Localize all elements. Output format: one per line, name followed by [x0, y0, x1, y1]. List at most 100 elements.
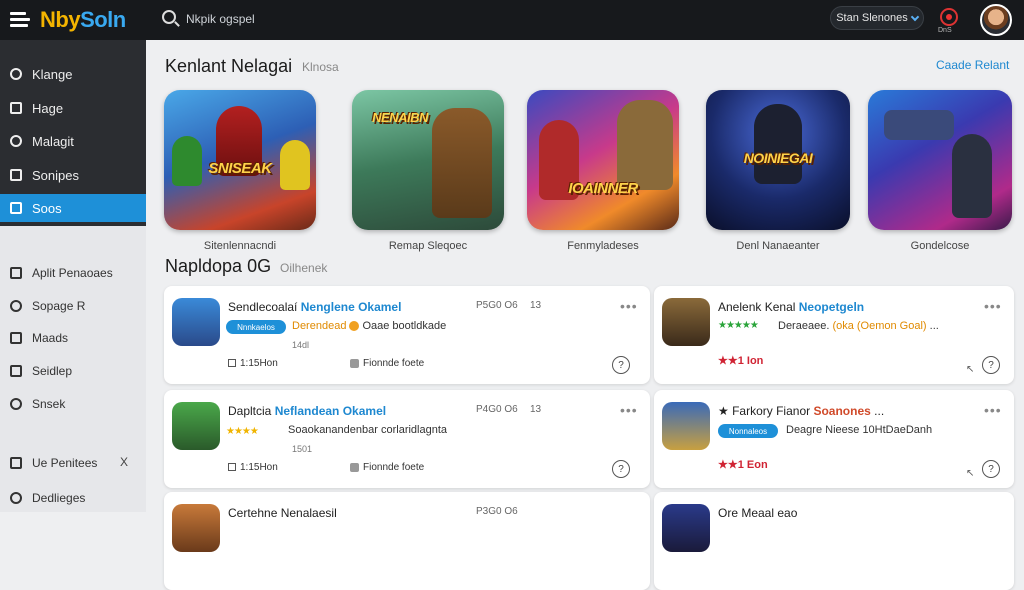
game-thumbnail [662, 504, 710, 552]
like-button[interactable]: Fionnde foete [350, 358, 424, 369]
game-banner-text: NOINIEGAI [743, 150, 813, 166]
sidebar-item-klange[interactable]: Klange [0, 60, 146, 88]
sidebar-item-sopage[interactable]: Sopage R [0, 292, 146, 320]
coin-icon [349, 321, 360, 332]
server-selector-dropdown[interactable]: Stan Slenones [830, 6, 924, 30]
game-banner-text: SNISEAK [208, 160, 272, 177]
game-thumbnail [662, 402, 710, 450]
game-meta: P4G0 O6 [476, 404, 518, 415]
game-description: Derendead Oaae bootldkade [292, 320, 447, 332]
game-meta: P5G0 O6 [476, 300, 518, 311]
hamburger-menu-icon[interactable] [10, 12, 30, 28]
sidebar-item-malagit[interactable]: Malagit [0, 127, 146, 155]
featured-game-card[interactable] [868, 90, 1012, 230]
sidebar-item-dedlieges[interactable]: Dedlieges [0, 484, 146, 512]
folder-icon [10, 267, 22, 279]
featured-section-subtitle: Klnosa [302, 60, 339, 74]
game-list-card[interactable]: Ore Meaal eao [654, 492, 1014, 590]
price-label: ★★1 Ion [718, 355, 764, 367]
sidebar-item-hage[interactable]: Hage [0, 94, 146, 122]
game-meta-count: 13 [530, 404, 542, 415]
expand-arrow-icon[interactable]: ↖ [966, 468, 974, 479]
game-banner-text: NENAIBN [372, 110, 428, 125]
featured-game-card[interactable]: SNISEAK [164, 90, 316, 230]
game-list-card[interactable]: Certehne Nenalaesil P3G0 O6 [164, 492, 650, 590]
app-logo[interactable]: NbySoln [40, 7, 126, 33]
search-input[interactable] [186, 9, 386, 29]
thumbs-up-icon [350, 462, 359, 472]
status-badge: Nnnkaelos [226, 320, 286, 334]
game-title: Ore Meaal eao [718, 506, 798, 520]
main-content: Kenlant Nelagai Klnosa Caade Relant SNIS… [146, 40, 1024, 590]
game-list-card[interactable]: Anelenk Kenal Neopetgeln ••• ★★★★★ Derae… [654, 286, 1014, 384]
user-avatar[interactable] [980, 4, 1012, 36]
price-label: ★★1 Eon [718, 459, 768, 471]
chevron-down-icon [910, 12, 920, 21]
game-meta-count: 13 [530, 300, 542, 311]
sidebar-item-seidlep[interactable]: Seidlep [0, 357, 146, 385]
sidebar-item-maads[interactable]: Maads [0, 324, 146, 352]
record-label: DnS [938, 27, 952, 34]
like-button[interactable]: Fionnde foete [350, 462, 424, 473]
clock-icon [228, 359, 236, 368]
chat-icon [10, 300, 22, 312]
game-list-card[interactable]: ★ Farkory Fianor Soanones ... ••• Nonnal… [654, 390, 1014, 488]
featured-caption[interactable]: Denl Nanaeanter [702, 240, 854, 252]
game-thumbnail [172, 504, 220, 552]
more-options-icon[interactable]: ••• [620, 402, 638, 418]
home-icon [10, 202, 22, 214]
sidebar-item-aplit-penaoaes[interactable]: Aplit Penaoaes [0, 259, 146, 287]
weapon-figure [884, 110, 954, 140]
game-list-card[interactable]: Dapltcia Neflandean Okamel P4G0 O6 13 ••… [164, 390, 650, 488]
game-title: ★ Farkory Fianor Soanones ... [718, 404, 885, 418]
character-figure [617, 100, 673, 190]
bookmark-icon [10, 102, 22, 114]
character-figure [754, 104, 802, 184]
more-options-icon[interactable]: ••• [984, 298, 1002, 314]
help-button[interactable]: ? [612, 356, 630, 374]
game-title: Certehne Nenalaesil [228, 506, 337, 520]
help-button[interactable]: ? [982, 460, 1000, 478]
sidebar-item-sonipes[interactable]: Sonipes [0, 161, 146, 189]
more-options-icon[interactable]: ••• [620, 298, 638, 314]
help-button[interactable]: ? [982, 356, 1000, 374]
featured-caption[interactable]: Remap Sleqoec [352, 240, 504, 252]
help-button[interactable]: ? [612, 460, 630, 478]
featured-caption[interactable]: Fenmyladeses [527, 240, 679, 252]
top-bar: NbySoln Stan Slenones DnS [0, 0, 1024, 40]
search-icon [10, 68, 22, 80]
puzzle-icon [10, 135, 22, 147]
game-thumbnail [662, 298, 710, 346]
checkbox-icon [10, 457, 22, 469]
flag-icon [10, 332, 22, 344]
more-options-icon[interactable]: ••• [984, 402, 1002, 418]
sidebar-item-soos[interactable]: Soos [0, 194, 146, 222]
list-section-title: Napldopa 0G [165, 256, 272, 276]
search-icon[interactable] [162, 10, 176, 24]
featured-section-title: Kenlant Nelagai [165, 56, 293, 76]
play-time-stat: 1:15Hon [228, 358, 278, 369]
game-description: Deraeaee. (oka (Oemon Goal) ... [778, 320, 939, 332]
expand-arrow-icon[interactable]: ↖ [966, 364, 974, 375]
game-list-card[interactable]: Sendlecoalaí Nenglene Okamel P5G0 O6 13 … [164, 286, 650, 384]
record-button-icon[interactable] [940, 8, 958, 26]
sidebar-item-snsek[interactable]: Snsek [0, 390, 146, 418]
rating-stars: ★★★★ [226, 426, 259, 437]
user-icon [10, 492, 22, 504]
clock-icon [228, 463, 236, 472]
game-description: Soaokanandenbar corlaridlagnta [288, 424, 448, 436]
featured-caption[interactable]: Sitenlennacndi [164, 240, 316, 252]
create-link[interactable]: Caade Relant [936, 58, 1009, 72]
list-icon [10, 365, 22, 377]
thumbs-up-icon [350, 358, 359, 368]
featured-game-card[interactable]: NENAIBN [352, 90, 504, 230]
featured-caption[interactable]: Gondelcose [864, 240, 1016, 252]
clock-icon [10, 398, 22, 410]
game-count: 14dl [292, 340, 310, 350]
sidebar: Klange Hage Malagit Sonipes Soos Aplit P… [0, 40, 146, 512]
status-badge: Nonnaleos [718, 424, 778, 438]
game-title: Dapltcia Neflandean Okamel [228, 404, 387, 418]
featured-game-card[interactable]: NOINIEGAI [706, 90, 850, 230]
expand-icon[interactable]: X [120, 455, 128, 469]
featured-game-card[interactable]: IOAINNER [527, 90, 679, 230]
